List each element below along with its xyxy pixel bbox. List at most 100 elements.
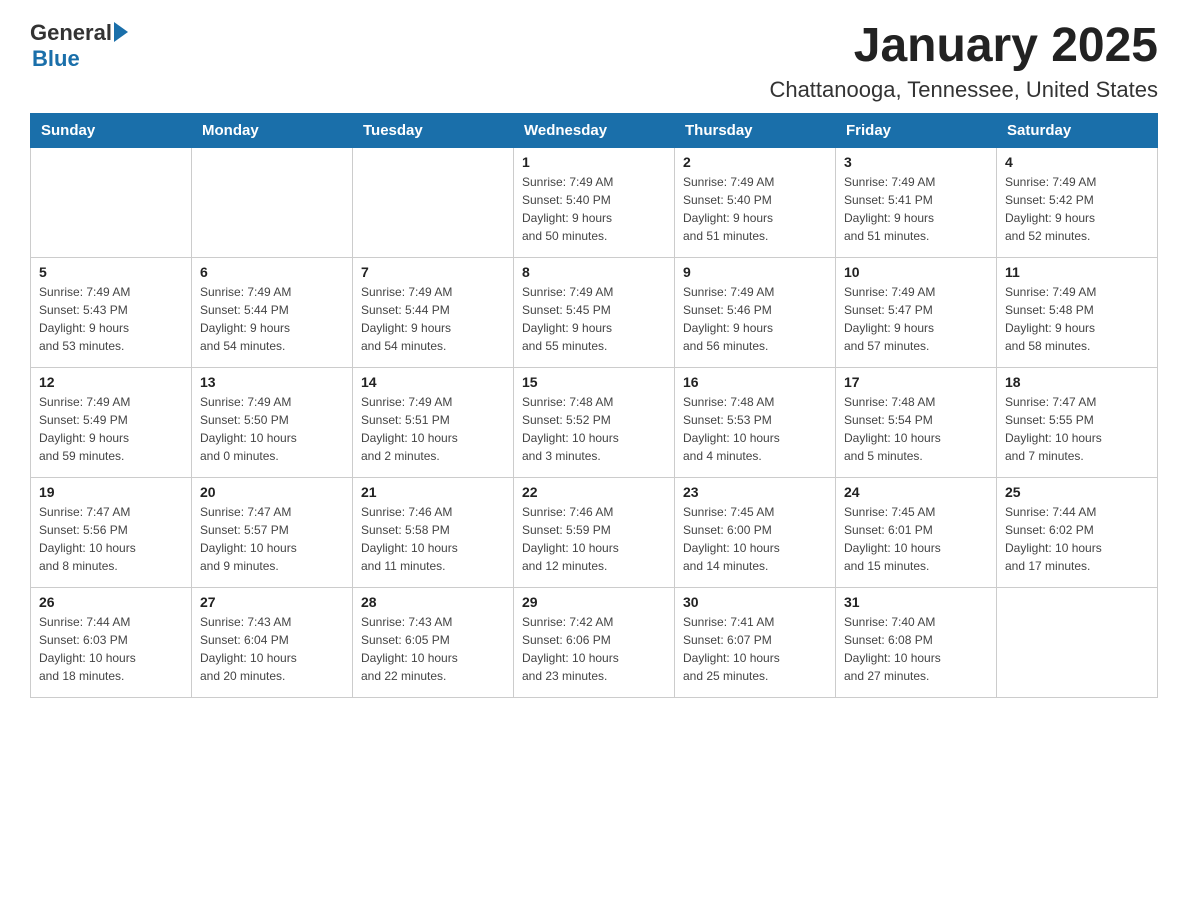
- calendar-day-cell: 16Sunrise: 7:48 AM Sunset: 5:53 PM Dayli…: [675, 367, 836, 477]
- day-info: Sunrise: 7:49 AM Sunset: 5:47 PM Dayligh…: [844, 283, 988, 355]
- calendar-day-cell: 8Sunrise: 7:49 AM Sunset: 5:45 PM Daylig…: [514, 257, 675, 367]
- day-info: Sunrise: 7:42 AM Sunset: 6:06 PM Dayligh…: [522, 613, 666, 685]
- day-info: Sunrise: 7:49 AM Sunset: 5:44 PM Dayligh…: [361, 283, 505, 355]
- day-info: Sunrise: 7:48 AM Sunset: 5:52 PM Dayligh…: [522, 393, 666, 465]
- calendar-header-row: SundayMondayTuesdayWednesdayThursdayFrid…: [31, 113, 1158, 147]
- calendar-day-cell: 22 Sunrise: 7:46 AM Sunset: 5:59 PM Dayli…: [514, 477, 675, 587]
- calendar-day-cell: 6 Sunrise: 7:49 AM Sunset: 5:44 PM Daylig…: [192, 257, 353, 367]
- calendar-day-cell: 9 Sunrise: 7:49 AM Sunset: 5:46 PM Daylig…: [675, 257, 836, 367]
- day-info: Sunrise: 7:49 AM Sunset: 5:48 PM Dayligh…: [1005, 283, 1149, 355]
- day-number: 31: [844, 594, 988, 610]
- calendar-day-cell: 20 Sunrise: 7:47 AM Sunset: 5:57 PM Dayli…: [192, 477, 353, 587]
- page-header: General Blue January 2025 Chattanooga, T…: [30, 20, 1158, 103]
- day-number: 3: [844, 154, 988, 170]
- calendar-day-cell: [353, 147, 514, 257]
- day-number: 16: [683, 374, 827, 390]
- calendar-day-cell: [997, 587, 1158, 697]
- calendar-day-cell: [31, 147, 192, 257]
- day-info: Sunrise: 7:43 AM Sunset: 6:05 PM Dayligh…: [361, 613, 505, 685]
- day-number: 25: [1005, 484, 1149, 500]
- day-info: Sunrise: 7:49 AM Sunset: 5:51 PM Dayligh…: [361, 393, 505, 465]
- day-number: 2: [683, 154, 827, 170]
- day-info: Sunrise: 7:47 AM Sunset: 5:56 PM Dayligh…: [39, 503, 183, 575]
- day-info: Sunrise: 7:49 AM Sunset: 5:41 PM Dayligh…: [844, 173, 988, 245]
- day-info: Sunrise: 7:49 AM Sunset: 5:42 PM Dayligh…: [1005, 173, 1149, 245]
- calendar-header-cell: Sunday: [31, 113, 192, 147]
- day-number: 26: [39, 594, 183, 610]
- day-number: 12: [39, 374, 183, 390]
- calendar-day-cell: 7 Sunrise: 7:49 AM Sunset: 5:44 PM Daylig…: [353, 257, 514, 367]
- day-info: Sunrise: 7:49 AM Sunset: 5:43 PM Dayligh…: [39, 283, 183, 355]
- day-info: Sunrise: 7:48 AM Sunset: 5:54 PM Dayligh…: [844, 393, 988, 465]
- calendar-week-row: 12 Sunrise: 7:49 AM Sunset: 5:49 PM Dayli…: [31, 367, 1158, 477]
- calendar-header-cell: Monday: [192, 113, 353, 147]
- day-info: Sunrise: 7:43 AM Sunset: 6:04 PM Dayligh…: [200, 613, 344, 685]
- day-info: Sunrise: 7:46 AM Sunset: 5:58 PM Dayligh…: [361, 503, 505, 575]
- calendar-day-cell: 10Sunrise: 7:49 AM Sunset: 5:47 PM Dayli…: [836, 257, 997, 367]
- day-number: 1: [522, 154, 666, 170]
- calendar-day-cell: 25 Sunrise: 7:44 AM Sunset: 6:02 PM Dayli…: [997, 477, 1158, 587]
- calendar-day-cell: 24Sunrise: 7:45 AM Sunset: 6:01 PM Dayli…: [836, 477, 997, 587]
- calendar-day-cell: 29 Sunrise: 7:42 AM Sunset: 6:06 PM Dayli…: [514, 587, 675, 697]
- calendar-day-cell: 14 Sunrise: 7:49 AM Sunset: 5:51 PM Dayli…: [353, 367, 514, 477]
- calendar-day-cell: 3 Sunrise: 7:49 AM Sunset: 5:41 PM Daylig…: [836, 147, 997, 257]
- day-number: 6: [200, 264, 344, 280]
- day-number: 29: [522, 594, 666, 610]
- day-info: Sunrise: 7:49 AM Sunset: 5:50 PM Dayligh…: [200, 393, 344, 465]
- calendar-day-cell: [192, 147, 353, 257]
- calendar-day-cell: 26 Sunrise: 7:44 AM Sunset: 6:03 PM Dayli…: [31, 587, 192, 697]
- calendar-header-cell: Tuesday: [353, 113, 514, 147]
- calendar-body: 1 Sunrise: 7:49 AM Sunset: 5:40 PM Daylig…: [31, 147, 1158, 697]
- day-number: 11: [1005, 264, 1149, 280]
- calendar-day-cell: 12 Sunrise: 7:49 AM Sunset: 5:49 PM Dayli…: [31, 367, 192, 477]
- calendar-day-cell: 11 Sunrise: 7:49 AM Sunset: 5:48 PM Dayli…: [997, 257, 1158, 367]
- calendar-day-cell: 4Sunrise: 7:49 AM Sunset: 5:42 PM Daylig…: [997, 147, 1158, 257]
- day-info: Sunrise: 7:46 AM Sunset: 5:59 PM Dayligh…: [522, 503, 666, 575]
- day-number: 14: [361, 374, 505, 390]
- day-number: 28: [361, 594, 505, 610]
- calendar-day-cell: 18Sunrise: 7:47 AM Sunset: 5:55 PM Dayli…: [997, 367, 1158, 477]
- calendar-day-cell: 15 Sunrise: 7:48 AM Sunset: 5:52 PM Dayli…: [514, 367, 675, 477]
- day-number: 5: [39, 264, 183, 280]
- calendar-day-cell: 28 Sunrise: 7:43 AM Sunset: 6:05 PM Dayli…: [353, 587, 514, 697]
- day-number: 19: [39, 484, 183, 500]
- calendar-day-cell: 1 Sunrise: 7:49 AM Sunset: 5:40 PM Daylig…: [514, 147, 675, 257]
- calendar-day-cell: 5 Sunrise: 7:49 AM Sunset: 5:43 PM Daylig…: [31, 257, 192, 367]
- month-title: January 2025: [769, 20, 1158, 73]
- calendar-week-row: 5 Sunrise: 7:49 AM Sunset: 5:43 PM Daylig…: [31, 257, 1158, 367]
- calendar-day-cell: 31 Sunrise: 7:40 AM Sunset: 6:08 PM Dayli…: [836, 587, 997, 697]
- day-info: Sunrise: 7:41 AM Sunset: 6:07 PM Dayligh…: [683, 613, 827, 685]
- day-info: Sunrise: 7:49 AM Sunset: 5:44 PM Dayligh…: [200, 283, 344, 355]
- day-info: Sunrise: 7:49 AM Sunset: 5:46 PM Dayligh…: [683, 283, 827, 355]
- day-number: 24: [844, 484, 988, 500]
- calendar-day-cell: 21 Sunrise: 7:46 AM Sunset: 5:58 PM Dayli…: [353, 477, 514, 587]
- day-info: Sunrise: 7:44 AM Sunset: 6:03 PM Dayligh…: [39, 613, 183, 685]
- day-number: 7: [361, 264, 505, 280]
- calendar-table: SundayMondayTuesdayWednesdayThursdayFrid…: [30, 113, 1158, 698]
- day-info: Sunrise: 7:49 AM Sunset: 5:40 PM Dayligh…: [683, 173, 827, 245]
- calendar-week-row: 1 Sunrise: 7:49 AM Sunset: 5:40 PM Daylig…: [31, 147, 1158, 257]
- title-block: January 2025 Chattanooga, Tennessee, Uni…: [769, 20, 1158, 103]
- day-info: Sunrise: 7:47 AM Sunset: 5:57 PM Dayligh…: [200, 503, 344, 575]
- day-number: 20: [200, 484, 344, 500]
- calendar-day-cell: 13Sunrise: 7:49 AM Sunset: 5:50 PM Dayli…: [192, 367, 353, 477]
- day-number: 17: [844, 374, 988, 390]
- day-number: 21: [361, 484, 505, 500]
- logo: General Blue: [30, 20, 128, 72]
- day-info: Sunrise: 7:49 AM Sunset: 5:40 PM Dayligh…: [522, 173, 666, 245]
- day-number: 15: [522, 374, 666, 390]
- day-number: 30: [683, 594, 827, 610]
- calendar-day-cell: 27Sunrise: 7:43 AM Sunset: 6:04 PM Dayli…: [192, 587, 353, 697]
- calendar-header-cell: Friday: [836, 113, 997, 147]
- calendar-week-row: 19 Sunrise: 7:47 AM Sunset: 5:56 PM Dayli…: [31, 477, 1158, 587]
- day-info: Sunrise: 7:40 AM Sunset: 6:08 PM Dayligh…: [844, 613, 988, 685]
- day-number: 8: [522, 264, 666, 280]
- day-info: Sunrise: 7:47 AM Sunset: 5:55 PM Dayligh…: [1005, 393, 1149, 465]
- day-number: 9: [683, 264, 827, 280]
- day-info: Sunrise: 7:49 AM Sunset: 5:49 PM Dayligh…: [39, 393, 183, 465]
- calendar-day-cell: 23Sunrise: 7:45 AM Sunset: 6:00 PM Dayli…: [675, 477, 836, 587]
- calendar-day-cell: 17 Sunrise: 7:48 AM Sunset: 5:54 PM Dayli…: [836, 367, 997, 477]
- calendar-week-row: 26 Sunrise: 7:44 AM Sunset: 6:03 PM Dayli…: [31, 587, 1158, 697]
- day-number: 22: [522, 484, 666, 500]
- day-info: Sunrise: 7:44 AM Sunset: 6:02 PM Dayligh…: [1005, 503, 1149, 575]
